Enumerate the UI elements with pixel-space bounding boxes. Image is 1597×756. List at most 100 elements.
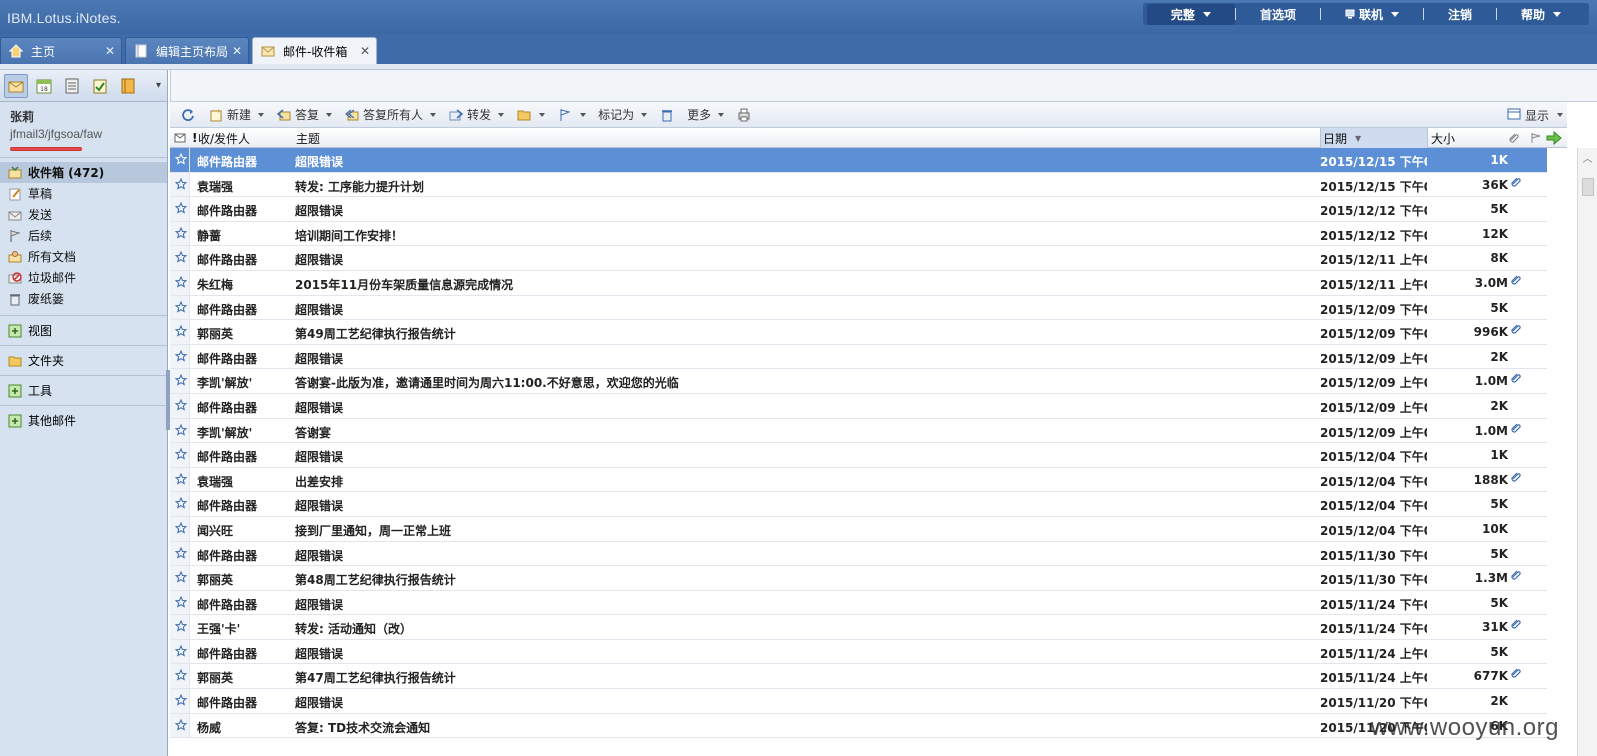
nav-item-junk[interactable]: 垃圾邮件 (0, 267, 167, 288)
move-to-folder-button[interactable] (510, 107, 551, 123)
importance-icon[interactable]: ! (192, 128, 197, 148)
star-icon[interactable] (174, 619, 188, 633)
star-cell[interactable] (170, 639, 190, 664)
table-row[interactable]: 邮件路由器 超限错误 2015/12/09 上午09:1 2K (170, 344, 1547, 370)
table-row[interactable]: 邮件路由器 超限错误 2015/11/24 下午04:5 5K (170, 590, 1547, 616)
star-cell[interactable] (170, 172, 190, 197)
table-row[interactable]: 邮件路由器 超限错误 2015/11/24 上午08:4 5K (170, 639, 1547, 665)
star-icon[interactable] (174, 226, 188, 240)
table-row[interactable]: 邮件路由器 超限错误 2015/12/04 下午04:3 1K (170, 443, 1547, 468)
table-row[interactable]: 朱红梅 2015年11月份车架质量信息源完成情况 2015/12/11 上午09:3… (170, 270, 1547, 296)
attachment-column-icon[interactable] (1508, 128, 1522, 148)
star-cell[interactable] (170, 443, 190, 467)
star-cell[interactable] (170, 369, 190, 393)
star-cell[interactable] (170, 320, 190, 344)
star-icon[interactable] (174, 177, 188, 191)
table-row[interactable]: 郭丽英 第48周工艺纪律执行报告统计 2015/11/30 下午03:3 1.3M (170, 566, 1547, 591)
new-button[interactable]: 新建 (202, 106, 270, 123)
star-icon[interactable] (174, 300, 188, 314)
nav-item-sent[interactable]: 发送 (0, 204, 167, 225)
notebook-app-icon[interactable] (116, 74, 140, 98)
calendar-app-icon[interactable]: 18 (32, 74, 56, 98)
tab-edit-home-layout[interactable]: 编辑主页布局 ✕ (125, 37, 249, 64)
star-icon[interactable] (174, 496, 188, 510)
star-icon[interactable] (174, 472, 188, 486)
display-options-button[interactable]: 显示 (1507, 102, 1567, 128)
star-cell[interactable] (170, 713, 190, 738)
refresh-button[interactable] (174, 107, 202, 123)
table-row[interactable]: 邮件路由器 超限错误 2015/11/20 下午03:2 2K (170, 689, 1547, 714)
table-row[interactable]: 杨威答复: TD技术交流会通知2015/11/20 下午03:26K (170, 713, 1547, 739)
nav-item-followup[interactable]: 后续 (0, 225, 167, 246)
flag-column-icon[interactable] (1530, 128, 1544, 148)
nav-section-tools[interactable]: 工具 (0, 375, 167, 405)
star-icon[interactable] (174, 718, 188, 732)
next-arrow-icon[interactable] (1546, 128, 1564, 148)
star-cell[interactable] (170, 541, 190, 566)
star-cell[interactable] (170, 295, 190, 320)
star-icon[interactable] (174, 693, 188, 707)
star-cell[interactable] (170, 344, 190, 369)
star-icon[interactable] (174, 275, 188, 289)
close-icon[interactable]: ✕ (360, 44, 370, 58)
help-menu[interactable]: 帮助 (1497, 6, 1585, 23)
logout-link[interactable]: 注销 (1424, 6, 1496, 23)
mail-app-icon[interactable] (4, 73, 28, 98)
table-row[interactable]: 李凯'解放' 答谢宴-此版为准，邀请通里时间为周六11:00.不好意思，欢迎您的光… (170, 369, 1547, 394)
table-row[interactable]: 邮件路由器 超限错误 2015/12/15 下午06:1 1K (170, 148, 1547, 173)
chevron-down-icon[interactable]: ▾ (156, 80, 161, 91)
column-subject[interactable]: 主题 (296, 128, 596, 148)
table-row[interactable]: 闻兴旺 接到厂里通知，周一正常上班 2015/12/04 下午01:5 10K (170, 516, 1547, 542)
nav-item-trash[interactable]: 废纸篓 (0, 288, 167, 309)
mark-as-button[interactable]: 标记为 (592, 106, 653, 123)
star-icon[interactable] (174, 373, 188, 387)
nav-item-drafts[interactable]: 草稿 (0, 183, 167, 204)
follow-up-button[interactable] (551, 107, 592, 123)
reply-all-button[interactable]: 答复所有人 (338, 106, 442, 123)
table-row[interactable]: 郭丽英 第47周工艺纪律执行报告统计 2015/11/24 上午08:4 677K (170, 664, 1547, 690)
column-size[interactable]: 大小 (1429, 128, 1489, 148)
star-icon[interactable] (174, 423, 188, 437)
star-cell[interactable] (170, 418, 190, 443)
star-icon[interactable] (174, 152, 188, 166)
column-date[interactable]: 日期 ▼ (1320, 128, 1428, 148)
star-cell[interactable] (170, 516, 190, 541)
table-row[interactable]: 邮件路由器 超限错误 2015/12/09 上午09:0 2K (170, 393, 1547, 419)
print-button[interactable] (730, 107, 758, 123)
star-icon[interactable] (174, 398, 188, 412)
star-icon[interactable] (174, 250, 188, 264)
star-cell[interactable] (170, 689, 190, 713)
todo-app-icon[interactable] (88, 74, 112, 98)
scroll-up-icon[interactable]: ︿ (1578, 148, 1597, 166)
reply-button[interactable]: 答复 (270, 106, 338, 123)
table-row[interactable]: 邮件路由器 超限错误 2015/12/12 下午03:5 5K (170, 197, 1547, 222)
table-row[interactable]: 邮件路由器 超限错误 2015/12/04 下午01:5 5K (170, 492, 1547, 517)
full-mode-menu[interactable]: 完整 (1146, 3, 1235, 25)
table-row[interactable]: 王强'卡' 转发: 活动通知（改） 2015/11/24 下午04:5 31K (170, 615, 1547, 640)
forward-button[interactable]: 转发 (442, 106, 510, 123)
star-icon[interactable] (174, 447, 188, 461)
close-icon[interactable]: ✕ (105, 44, 115, 58)
table-row[interactable]: 郭丽英 第49周工艺纪律执行报告统计 2015/12/09 下午01:5 996K (170, 320, 1547, 345)
table-row[interactable]: 邮件路由器 超限错误 2015/11/30 下午03:3 5K (170, 541, 1547, 567)
table-row[interactable]: 袁瑞强 转发: 工序能力提升计划 2015/12/15 下午06:1 36K (170, 172, 1547, 198)
star-icon[interactable] (174, 595, 188, 609)
close-icon[interactable]: ✕ (232, 44, 242, 58)
table-row[interactable]: 邮件路由器 超限错误 2015/12/09 下午01:5 5K (170, 295, 1547, 321)
vertical-scrollbar[interactable]: ︿ (1577, 148, 1597, 756)
star-cell[interactable] (170, 148, 190, 172)
star-cell[interactable] (170, 197, 190, 221)
star-cell[interactable] (170, 270, 190, 295)
star-icon[interactable] (174, 324, 188, 338)
table-row[interactable]: 袁瑞强 出差安排 2015/12/04 下午04:3 188K (170, 467, 1547, 493)
star-cell[interactable] (170, 467, 190, 492)
delete-button[interactable] (653, 107, 681, 123)
envelope-icon[interactable] (174, 128, 190, 148)
star-icon[interactable] (174, 349, 188, 363)
star-icon[interactable] (174, 521, 188, 535)
nav-item-all-documents[interactable]: 所有文档 (0, 246, 167, 267)
online-status-menu[interactable]: 联机 (1321, 6, 1423, 23)
more-button[interactable]: 更多 (681, 106, 730, 123)
star-cell[interactable] (170, 246, 190, 270)
nav-section-other-mail[interactable]: 其他邮件 (0, 405, 167, 435)
